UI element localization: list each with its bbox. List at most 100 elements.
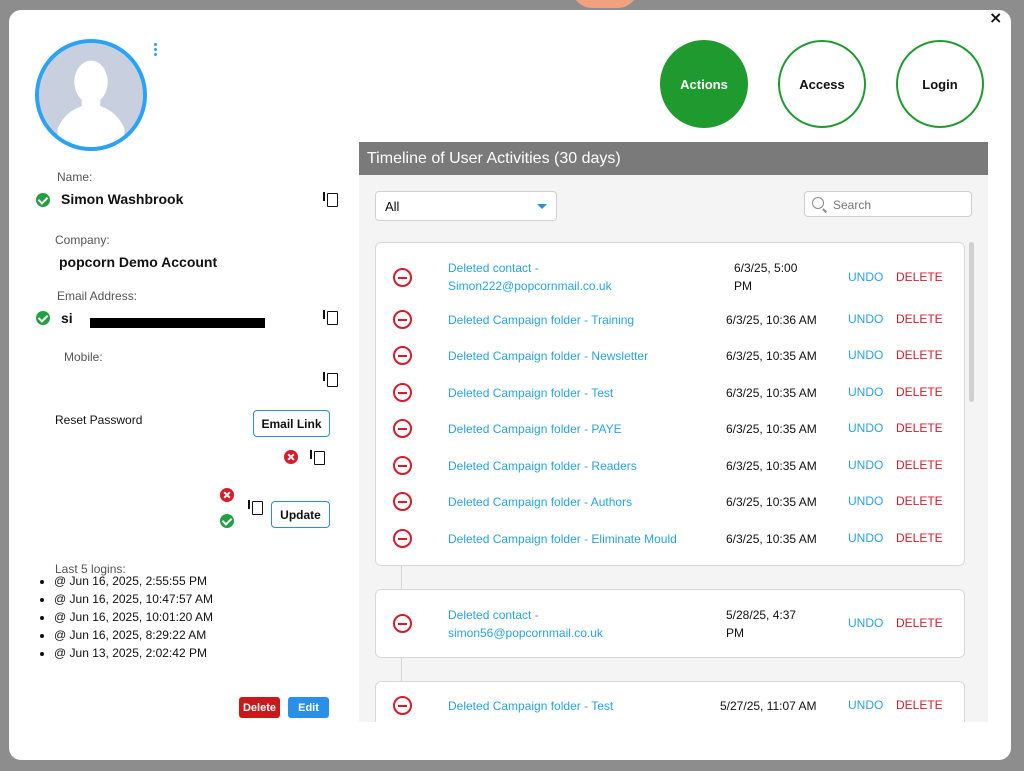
- remove-circle-icon[interactable]: [393, 614, 412, 633]
- access-button[interactable]: Access: [778, 40, 866, 128]
- copy-reset-link-icon[interactable]: [310, 450, 325, 465]
- copy-email-icon[interactable]: [323, 310, 338, 325]
- remove-circle-icon[interactable]: [393, 419, 412, 438]
- activity-time: 5/27/25, 11:07 AM: [720, 699, 817, 713]
- reset-password-label: Reset Password: [55, 413, 143, 427]
- table-row: Deleted contact - Simon222@popcornmail.c…: [376, 257, 966, 297]
- activity-description[interactable]: Deleted Campaign folder - Training: [448, 311, 634, 329]
- remove-circle-icon[interactable]: [393, 492, 412, 511]
- delete-link[interactable]: DELETE: [896, 531, 943, 545]
- name-label: Name:: [57, 170, 93, 184]
- activity-group-card: Deleted Campaign folder - Test 5/27/25, …: [375, 681, 965, 722]
- activity-time: 6/3/25, 10:35 AM: [726, 422, 817, 436]
- login-button[interactable]: Login: [896, 40, 984, 128]
- name-verified-icon: [36, 193, 50, 207]
- delete-link[interactable]: DELETE: [896, 312, 943, 326]
- user-silhouette-icon: [39, 43, 143, 147]
- more-options-icon[interactable]: [151, 43, 159, 61]
- table-row: Deleted Campaign folder - Newsletter 6/3…: [376, 338, 966, 374]
- background-decoration: [572, 0, 638, 8]
- activity-description-line2[interactable]: simon56@popcornmail.co.uk: [448, 624, 603, 642]
- undo-link[interactable]: UNDO: [848, 698, 883, 712]
- list-item: @ Jun 16, 2025, 8:29:22 AM: [36, 626, 213, 644]
- undo-link[interactable]: UNDO: [848, 270, 883, 284]
- undo-link[interactable]: UNDO: [848, 348, 883, 362]
- table-row: Deleted contact - simon56@popcornmail.co…: [376, 604, 966, 644]
- activity-description[interactable]: Deleted Campaign folder - Newsletter: [448, 347, 648, 365]
- update-status-error-icon: [220, 488, 234, 502]
- remove-circle-icon[interactable]: [393, 310, 412, 329]
- timeline-scrollbar[interactable]: [969, 242, 974, 402]
- timeline-title: Timeline of User Activities (30 days): [359, 142, 988, 175]
- table-row: Deleted Campaign folder - Test 5/27/25, …: [376, 692, 966, 722]
- update-status-ok-icon: [220, 514, 234, 528]
- activity-time: 6/3/25, 10:35 AM: [726, 386, 817, 400]
- activity-filter-select[interactable]: All: [375, 191, 557, 221]
- table-row: Deleted Campaign folder - Eliminate Moul…: [376, 521, 966, 557]
- activity-description[interactable]: Deleted Campaign folder - Test: [448, 697, 613, 715]
- search-icon: [812, 197, 824, 209]
- undo-link[interactable]: UNDO: [848, 312, 883, 326]
- activity-description[interactable]: Deleted Campaign folder - PAYE: [448, 420, 622, 438]
- company-name: popcorn Demo Account: [59, 254, 218, 270]
- undo-link[interactable]: UNDO: [848, 458, 883, 472]
- activity-time: 6/3/25, 10:36 AM: [726, 313, 817, 327]
- activity-description[interactable]: Deleted Campaign folder - Eliminate Moul…: [448, 530, 677, 548]
- remove-circle-icon[interactable]: [393, 346, 412, 365]
- activity-time: 6/3/25, 10:35 AM: [726, 495, 817, 509]
- user-name: Simon Washbrook: [61, 191, 184, 207]
- delete-link[interactable]: DELETE: [896, 421, 943, 435]
- email-redaction: [90, 318, 265, 328]
- activity-time: 6/3/25, 10:35 AM: [726, 532, 817, 546]
- remove-circle-icon[interactable]: [393, 268, 412, 287]
- activity-description[interactable]: Deleted Campaign folder - Test: [448, 384, 613, 402]
- actions-button[interactable]: Actions: [660, 40, 748, 128]
- close-icon[interactable]: ×: [989, 10, 1002, 26]
- table-row: Deleted Campaign folder - Authors 6/3/25…: [376, 484, 966, 520]
- activity-description[interactable]: Deleted contact -: [448, 606, 539, 624]
- activity-time: 6/3/25, 10:35 AM: [726, 459, 817, 473]
- delete-link[interactable]: DELETE: [896, 270, 943, 284]
- undo-link[interactable]: UNDO: [848, 385, 883, 399]
- update-button[interactable]: Update: [271, 501, 330, 528]
- timeline-search[interactable]: [804, 191, 972, 217]
- delete-link[interactable]: DELETE: [896, 348, 943, 362]
- remove-circle-icon[interactable]: [393, 529, 412, 548]
- activity-description[interactable]: Deleted contact -: [448, 259, 539, 277]
- copy-update-icon[interactable]: [248, 500, 263, 515]
- search-input[interactable]: [833, 196, 963, 213]
- delete-link[interactable]: DELETE: [896, 385, 943, 399]
- activity-description[interactable]: Deleted Campaign folder - Readers: [448, 457, 637, 475]
- last-logins-list: @ Jun 16, 2025, 2:55:55 PM @ Jun 16, 202…: [36, 572, 213, 662]
- table-row: Deleted Campaign folder - Readers 6/3/25…: [376, 448, 966, 484]
- remove-circle-icon[interactable]: [393, 696, 412, 715]
- table-row: Deleted Campaign folder - Training 6/3/2…: [376, 302, 966, 338]
- delete-link[interactable]: DELETE: [896, 458, 943, 472]
- edit-user-button[interactable]: Edit: [288, 697, 329, 718]
- copy-mobile-icon[interactable]: [323, 372, 338, 387]
- undo-link[interactable]: UNDO: [848, 616, 883, 630]
- table-row: Deleted Campaign folder - PAYE 6/3/25, 1…: [376, 411, 966, 447]
- reset-status-error-icon: [284, 450, 298, 464]
- list-item: @ Jun 13, 2025, 2:02:42 PM: [36, 644, 213, 662]
- list-item: @ Jun 16, 2025, 2:55:55 PM: [36, 572, 213, 590]
- activity-description[interactable]: Deleted Campaign folder - Authors: [448, 493, 632, 511]
- delete-link[interactable]: DELETE: [896, 494, 943, 508]
- remove-circle-icon[interactable]: [393, 456, 412, 475]
- activity-time: 6/3/25, 10:35 AM: [726, 349, 817, 363]
- list-item: @ Jun 16, 2025, 10:01:20 AM: [36, 608, 213, 626]
- undo-link[interactable]: UNDO: [848, 531, 883, 545]
- delete-link[interactable]: DELETE: [896, 616, 943, 630]
- delete-user-button[interactable]: Delete: [239, 697, 280, 718]
- copy-name-icon[interactable]: [323, 192, 338, 207]
- undo-link[interactable]: UNDO: [848, 421, 883, 435]
- delete-link[interactable]: DELETE: [896, 698, 943, 712]
- remove-circle-icon[interactable]: [393, 383, 412, 402]
- activity-description-line2[interactable]: Simon222@popcornmail.co.uk: [448, 277, 612, 295]
- email-link-button[interactable]: Email Link: [253, 410, 330, 437]
- activity-time-line2: PM: [734, 279, 752, 293]
- email-verified-icon: [36, 311, 50, 325]
- activity-time-line2: PM: [726, 626, 744, 640]
- company-label: Company:: [55, 233, 110, 247]
- undo-link[interactable]: UNDO: [848, 494, 883, 508]
